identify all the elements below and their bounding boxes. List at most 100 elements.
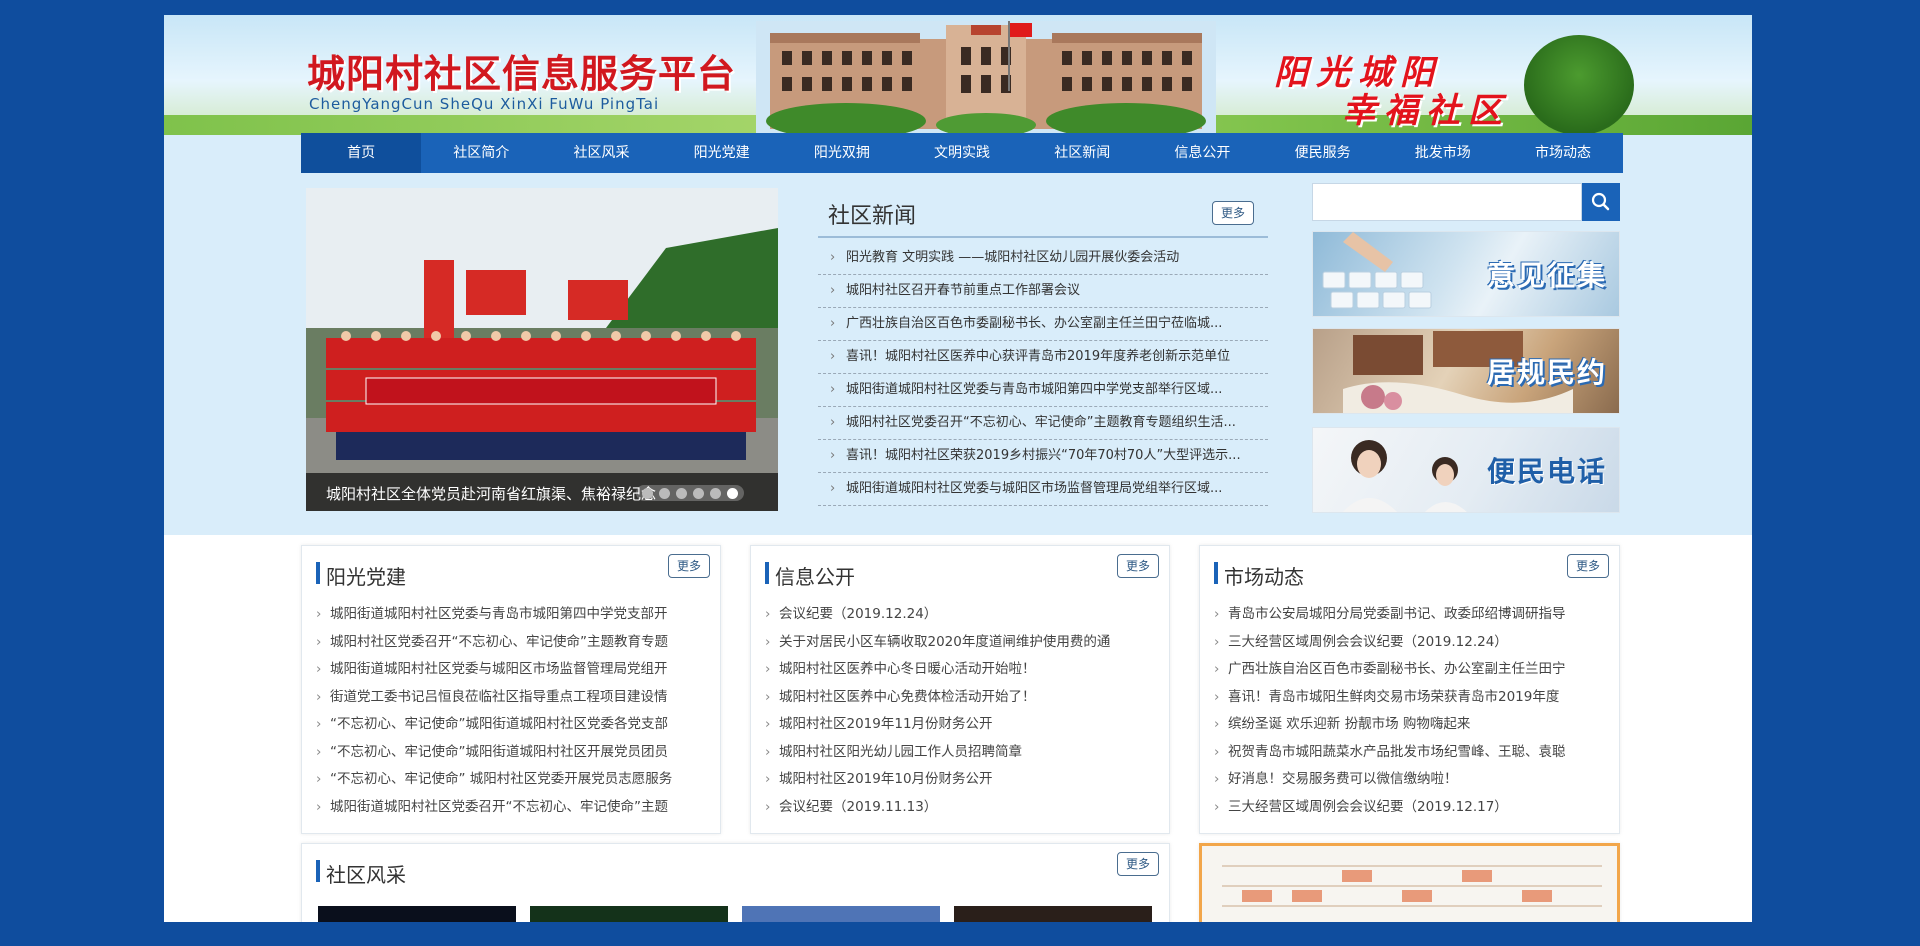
market-news-item[interactable]: 好消息！交易服务费可以微信缴纳啦！: [1214, 766, 1610, 794]
market-news-more-button[interactable]: 更多: [1567, 554, 1610, 578]
main-navigation: 首页 社区简介 社区风采 阳光党建 阳光双拥 文明实践 社区新闻 信息公开 便民服务 批发市场 市场…: [301, 133, 1623, 173]
party-building-item[interactable]: 城阳村社区党委召开“不忘初心、牢记使命”主题教育专题: [316, 629, 712, 657]
party-building-more-button[interactable]: 更多: [668, 554, 711, 578]
style-photo-2[interactable]: [530, 906, 728, 922]
info-disclosure-panel: 信息公开 更多 会议纪要（2019.12.24）关于对居民小区车辆收取2020年…: [750, 545, 1170, 834]
news-item[interactable]: 喜讯！城阳村社区医养中心获评青岛市2019年度养老创新示范单位: [818, 341, 1268, 374]
nav-item-10[interactable]: 市场动态: [1503, 133, 1623, 173]
nav-item-0[interactable]: 首页: [301, 133, 422, 173]
slideshow-dot[interactable]: [659, 487, 670, 499]
market-news-item[interactable]: 缤纷圣诞 欢乐迎新 扮靓市场 购物嗨起来: [1214, 711, 1610, 739]
community-style-more-button[interactable]: 更多: [1117, 852, 1160, 876]
community-style-header: 社区风采 更多: [302, 844, 1169, 890]
market-news-list: 青岛市公安局城阳分局党委副书记、政委邱绍博调研指导三大经营区域周例会会议纪要（2…: [1214, 601, 1610, 821]
nav-item-8[interactable]: 便民服务: [1263, 133, 1383, 173]
community-news-title: 社区新闻: [828, 204, 917, 229]
info-disclosure-item[interactable]: 城阳村社区2019年11月份财务公开: [765, 711, 1161, 739]
nav-item-4[interactable]: 阳光双拥: [782, 133, 902, 173]
news-item[interactable]: 城阳街道城阳村社区党委与青岛市城阳第四中学党支部举行区域...: [818, 374, 1268, 407]
info-disclosure-item[interactable]: 城阳村社区阳光幼儿园工作人员招聘简章: [765, 739, 1161, 767]
nav-item-3[interactable]: 阳光党建: [662, 133, 782, 173]
photo-slideshow[interactable]: 城阳村社区全体党员赴河南省红旗渠、焦裕禄纪念馆开展党性教育: [306, 188, 778, 511]
slideshow-dots: [636, 485, 744, 501]
group-photo-image: [306, 188, 778, 511]
news-title-divider: [818, 236, 1268, 238]
party-building-item[interactable]: 街道党工委书记吕恒良莅临社区指导重点工程项目建设情: [316, 684, 712, 712]
nav-item-6[interactable]: 社区新闻: [1022, 133, 1142, 173]
community-news-more-button[interactable]: 更多: [1212, 201, 1255, 225]
info-disclosure-list: 会议纪要（2019.12.24）关于对居民小区车辆收取2020年度道闸维护使用费…: [765, 601, 1161, 821]
party-building-list: 城阳街道城阳村社区党委与青岛市城阳第四中学党支部开城阳村社区党委召开“不忘初心、…: [316, 601, 712, 821]
news-item[interactable]: 城阳村社区召开春节前重点工作部署会议: [818, 275, 1268, 308]
community-style-title: 社区风采: [326, 863, 406, 887]
slideshow-caption[interactable]: 城阳村社区全体党员赴河南省红旗渠、焦裕禄纪念馆开展党性教育: [326, 483, 656, 504]
community-news-list: 阳光教育 文明实践 ——城阳村社区幼儿园开展伙委会活动城阳村社区召开春节前重点工…: [818, 242, 1268, 506]
panel-accent-bar: [316, 562, 320, 584]
info-disclosure-item[interactable]: 会议纪要（2019.11.13）: [765, 794, 1161, 822]
market-news-title: 市场动态: [1224, 565, 1304, 589]
residents-rules-label: 居规民约: [1486, 356, 1607, 389]
panel-accent-bar: [1214, 562, 1218, 584]
opinion-collection-label: 意见征集: [1486, 259, 1607, 292]
nav-item-2[interactable]: 社区风采: [541, 133, 661, 173]
nav-item-1[interactable]: 社区简介: [421, 133, 541, 173]
market-map-panel[interactable]: [1199, 843, 1620, 922]
market-news-item[interactable]: 祝贺青岛市城阳蔬菜水产品批发市场纪雪峰、王聪、袁聪: [1214, 739, 1610, 767]
slideshow-dot[interactable]: [676, 487, 687, 499]
market-news-item[interactable]: 三大经营区域周例会会议纪要（2019.12.17）: [1214, 794, 1610, 822]
party-building-item[interactable]: 城阳街道城阳村社区党委与城阳区市场监督管理局党组开: [316, 656, 712, 684]
site-pinyin-subtitle: ChengYangCun SheQu XinXi FuWu PingTai: [309, 95, 660, 113]
nav-item-9[interactable]: 批发市场: [1383, 133, 1503, 173]
slideshow-dot[interactable]: [710, 487, 721, 499]
market-news-header: 市场动态 更多: [1200, 546, 1619, 592]
market-news-panel: 市场动态 更多 青岛市公安局城阳分局党委副书记、政委邱绍博调研指导三大经营区域周…: [1199, 545, 1620, 834]
community-news-section: 社区新闻 更多 阳光教育 文明实践 ——城阳村社区幼儿园开展伙委会活动城阳村社区…: [818, 188, 1278, 518]
market-news-item[interactable]: 青岛市公安局城阳分局党委副书记、政委邱绍博调研指导: [1214, 601, 1610, 629]
service-phone-banner[interactable]: 便民电话: [1312, 427, 1620, 513]
site-header: 城阳村社区信息服务平台 ChengYangCun SheQu XinXi FuW…: [164, 15, 1752, 135]
community-building-image: [756, 21, 1216, 135]
search-input[interactable]: [1313, 184, 1581, 220]
site-title: 城阳村社区信息服务平台: [307, 51, 737, 96]
news-item[interactable]: 城阳村社区党委召开“不忘初心、牢记使命”主题教育专题组织生活...: [818, 407, 1268, 440]
info-disclosure-header: 信息公开 更多: [751, 546, 1169, 592]
market-news-item[interactable]: 喜讯！青岛市城阳生鲜肉交易市场荣获青岛市2019年度: [1214, 684, 1610, 712]
info-disclosure-item[interactable]: 城阳村社区2019年10月份财务公开: [765, 766, 1161, 794]
party-building-title: 阳光党建: [326, 565, 406, 589]
opinion-collection-banner[interactable]: 意见征集: [1312, 231, 1620, 317]
market-news-item[interactable]: 三大经营区域周例会会议纪要（2019.12.24）: [1214, 629, 1610, 657]
news-item[interactable]: 广西壮族自治区百色市委副秘书长、办公室副主任兰田宁莅临城...: [818, 308, 1268, 341]
news-item[interactable]: 阳光教育 文明实践 ——城阳村社区幼儿园开展伙委会活动: [818, 242, 1268, 275]
style-photo-4[interactable]: [954, 906, 1152, 922]
panel-accent-bar: [316, 860, 320, 882]
info-disclosure-more-button[interactable]: 更多: [1117, 554, 1160, 578]
slideshow-dot[interactable]: [693, 487, 704, 499]
info-disclosure-item[interactable]: 会议纪要（2019.12.24）: [765, 601, 1161, 629]
slideshow-dot[interactable]: [642, 487, 653, 499]
info-disclosure-item[interactable]: 城阳村社区医养中心免费体检活动开始了！: [765, 684, 1161, 712]
style-photo-1[interactable]: [318, 906, 516, 922]
nav-item-7[interactable]: 信息公开: [1142, 133, 1262, 173]
party-building-panel: 阳光党建 更多 城阳街道城阳村社区党委与青岛市城阳第四中学党支部开城阳村社区党委…: [301, 545, 721, 834]
party-building-item[interactable]: “不忘初心、牢记使命”城阳街道城阳村社区党委各党支部: [316, 711, 712, 739]
slogan-line-2: 幸福社区: [1342, 91, 1510, 131]
style-photo-3[interactable]: [742, 906, 940, 922]
news-item[interactable]: 城阳街道城阳村社区党委与城阳区市场监督管理局党组举行区域...: [818, 473, 1268, 506]
slideshow-dot[interactable]: [727, 487, 738, 499]
search-icon: [1591, 192, 1610, 211]
party-building-item[interactable]: 城阳街道城阳村社区党委召开“不忘初心、牢记使命”主题: [316, 794, 712, 822]
nav-item-5[interactable]: 文明实践: [902, 133, 1022, 173]
party-building-header: 阳光党建 更多: [302, 546, 720, 592]
info-disclosure-item[interactable]: 关于对居民小区车辆收取2020年度道闸维护使用费的通: [765, 629, 1161, 657]
community-style-panel: 社区风采 更多: [301, 843, 1170, 922]
market-news-item[interactable]: 广西壮族自治区百色市委副秘书长、办公室副主任兰田宁: [1214, 656, 1610, 684]
info-disclosure-item[interactable]: 城阳村社区医养中心冬日暖心活动开始啦！: [765, 656, 1161, 684]
party-building-item[interactable]: “不忘初心、牢记使命” 城阳村社区党委开展党员志愿服务: [316, 766, 712, 794]
party-building-item[interactable]: “不忘初心、牢记使命”城阳街道城阳村社区开展党员团员: [316, 739, 712, 767]
header-tree-image: [1524, 35, 1634, 135]
news-item[interactable]: 喜讯！城阳村社区荣获2019乡村振兴“70年70村70人”大型评选示...: [818, 440, 1268, 473]
residents-rules-banner[interactable]: 居规民约: [1312, 328, 1620, 414]
search-button[interactable]: [1582, 183, 1620, 221]
page-container: 城阳村社区信息服务平台 ChengYangCun SheQu XinXi FuW…: [164, 15, 1752, 922]
party-building-item[interactable]: 城阳街道城阳村社区党委与青岛市城阳第四中学党支部开: [316, 601, 712, 629]
